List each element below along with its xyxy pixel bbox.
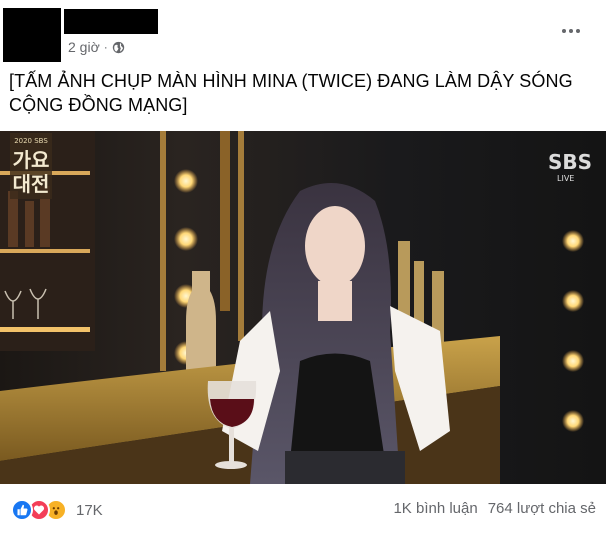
live-label: LIVE — [557, 174, 574, 183]
author-name-redacted[interactable] — [64, 9, 158, 34]
show-logo-line2: 대전 — [13, 172, 50, 196]
reaction-count: 17K — [76, 501, 103, 519]
stage-screenshot: 2020 SBS 가요 대전 SBS LIVE — [0, 131, 606, 484]
engagement-stats: 1K bình luận 764 lượt chia sẻ — [393, 500, 596, 517]
meta-separator: · — [103, 40, 108, 54]
ellipsis-icon[interactable] — [560, 20, 582, 42]
post-meta: 2 giờ · — [68, 38, 125, 56]
like-icon — [11, 499, 33, 521]
reaction-summary[interactable]: 17K — [11, 499, 103, 521]
shares-count-link[interactable]: 764 lượt chia sẻ — [488, 500, 596, 517]
comments-count-link[interactable]: 1K bình luận — [393, 500, 477, 517]
facebook-post: 2 giờ · [TẤM ẢNH CHỤP MÀN HÌNH MINA (TWI… — [0, 0, 606, 536]
show-logo-line1: 가요 — [13, 148, 50, 172]
show-logo-year: 2020 SBS — [14, 137, 48, 145]
post-caption: [TẤM ẢNH CHỤP MÀN HÌNH MINA (TWICE) ĐANG… — [9, 71, 573, 115]
post-photo[interactable]: 2020 SBS 가요 대전 SBS LIVE — [0, 131, 606, 484]
avatar-redacted[interactable] — [3, 8, 61, 62]
post-timestamp[interactable]: 2 giờ — [68, 39, 100, 55]
globe-icon[interactable] — [112, 41, 125, 54]
broadcaster-logo: SBS — [548, 150, 592, 174]
